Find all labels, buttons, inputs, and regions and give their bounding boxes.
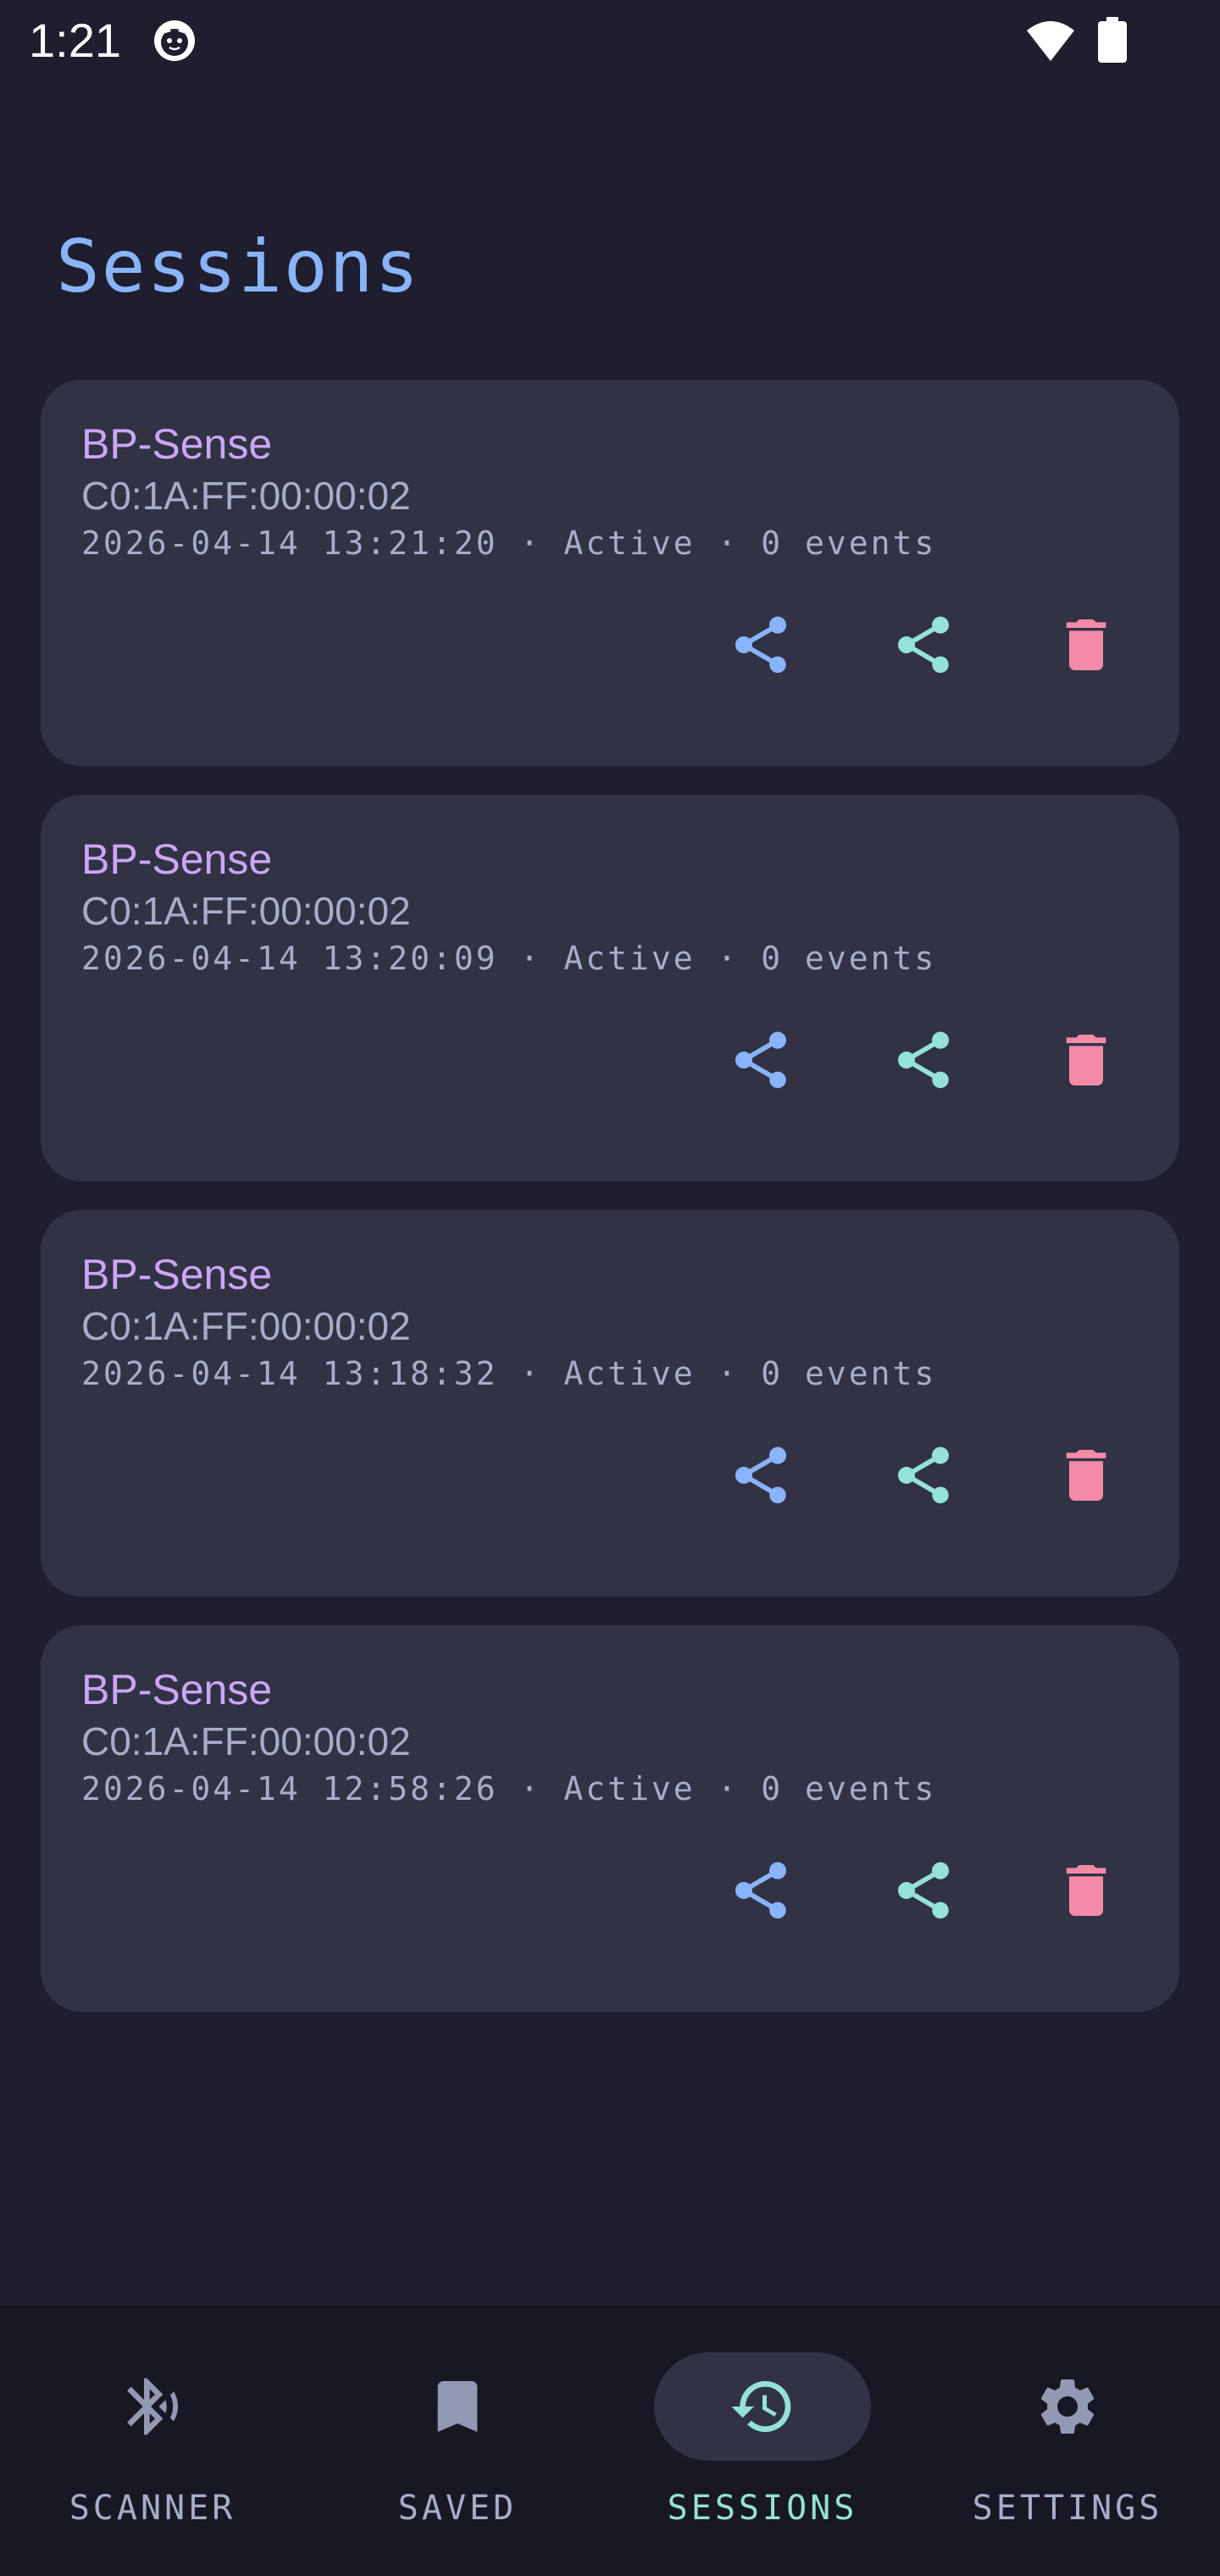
export-button[interactable] [727, 1854, 795, 1927]
nav-label-saved: SAVED [397, 2489, 518, 2528]
bluetooth-searching-icon [127, 2378, 179, 2435]
delete-button[interactable] [1052, 608, 1120, 681]
history-icon [731, 2381, 791, 2432]
bookmark-icon [437, 2381, 478, 2432]
share-button[interactable] [890, 608, 957, 681]
session-meta: 2026-04-14 13:21:20 · Active · 0 events [81, 525, 937, 562]
session-card[interactable]: BP-Sense C0:1A:FF:00:00:02 2026-04-14 13… [41, 795, 1179, 1181]
share-icon [898, 616, 949, 674]
export-icon [735, 1446, 786, 1504]
session-actions [727, 1854, 1120, 1927]
session-device-name: BP-Sense [81, 1666, 273, 1713]
session-actions [727, 1439, 1120, 1512]
share-icon [898, 1446, 949, 1504]
nav-label-sessions: SESSIONS [667, 2489, 858, 2528]
nav-item-scanner[interactable]: SCANNER [0, 2305, 305, 2576]
session-mac-address: C0:1A:FF:00:00:02 [81, 1304, 411, 1348]
nav-item-settings[interactable]: SETTINGS [915, 2305, 1220, 2576]
nav-item-sessions[interactable]: SESSIONS [610, 2305, 915, 2576]
share-icon [898, 1862, 949, 1919]
session-card[interactable]: BP-Sense C0:1A:FF:00:00:02 2026-04-14 12… [41, 1625, 1179, 2012]
export-button[interactable] [727, 608, 795, 681]
share-button[interactable] [890, 1854, 957, 1927]
status-time: 1:21 [29, 14, 121, 67]
share-button[interactable] [890, 1024, 957, 1096]
gear-icon [1040, 2379, 1095, 2434]
export-icon [735, 616, 786, 674]
delete-icon [1066, 1865, 1106, 1916]
session-actions [727, 1024, 1120, 1096]
bottom-navigation: SCANNER SAVED SESSIONS SETTINGS [0, 2305, 1220, 2576]
session-mac-address: C0:1A:FF:00:00:02 [81, 889, 411, 933]
session-card[interactable]: BP-Sense C0:1A:FF:00:00:02 2026-04-14 13… [41, 1210, 1179, 1596]
delete-icon [1066, 1450, 1106, 1501]
session-mac-address: C0:1A:FF:00:00:02 [81, 474, 411, 518]
delete-icon [1066, 1035, 1106, 1085]
session-device-name: BP-Sense [81, 836, 273, 883]
session-meta: 2026-04-14 13:18:32 · Active · 0 events [81, 1355, 937, 1392]
share-button[interactable] [890, 1439, 957, 1512]
session-meta: 2026-04-14 12:58:26 · Active · 0 events [81, 1770, 937, 1807]
nav-item-saved[interactable]: SAVED [305, 2305, 610, 2576]
delete-button[interactable] [1052, 1854, 1120, 1927]
share-icon [898, 1031, 949, 1089]
export-button[interactable] [727, 1024, 795, 1096]
delete-icon [1066, 619, 1106, 670]
status-bar: 1:21 [0, 0, 1220, 81]
nav-label-scanner: SCANNER [69, 2489, 236, 2528]
session-meta: 2026-04-14 13:20:09 · Active · 0 events [81, 940, 937, 977]
export-icon [735, 1862, 786, 1919]
notification-icon [154, 20, 195, 61]
session-device-name: BP-Sense [81, 1251, 273, 1298]
export-icon [735, 1031, 786, 1089]
session-card[interactable]: BP-Sense C0:1A:FF:00:00:02 2026-04-14 13… [41, 380, 1179, 766]
nav-label-settings: SETTINGS [972, 2489, 1163, 2528]
session-device-name: BP-Sense [81, 420, 273, 468]
session-actions [727, 608, 1120, 681]
page-title: Sessions [56, 225, 421, 309]
delete-button[interactable] [1052, 1024, 1120, 1096]
battery-icon [1098, 17, 1127, 63]
session-list: BP-Sense C0:1A:FF:00:00:02 2026-04-14 13… [41, 380, 1179, 2040]
session-mac-address: C0:1A:FF:00:00:02 [81, 1719, 411, 1763]
wifi-icon [1027, 21, 1074, 61]
delete-button[interactable] [1052, 1439, 1120, 1512]
export-button[interactable] [727, 1439, 795, 1512]
